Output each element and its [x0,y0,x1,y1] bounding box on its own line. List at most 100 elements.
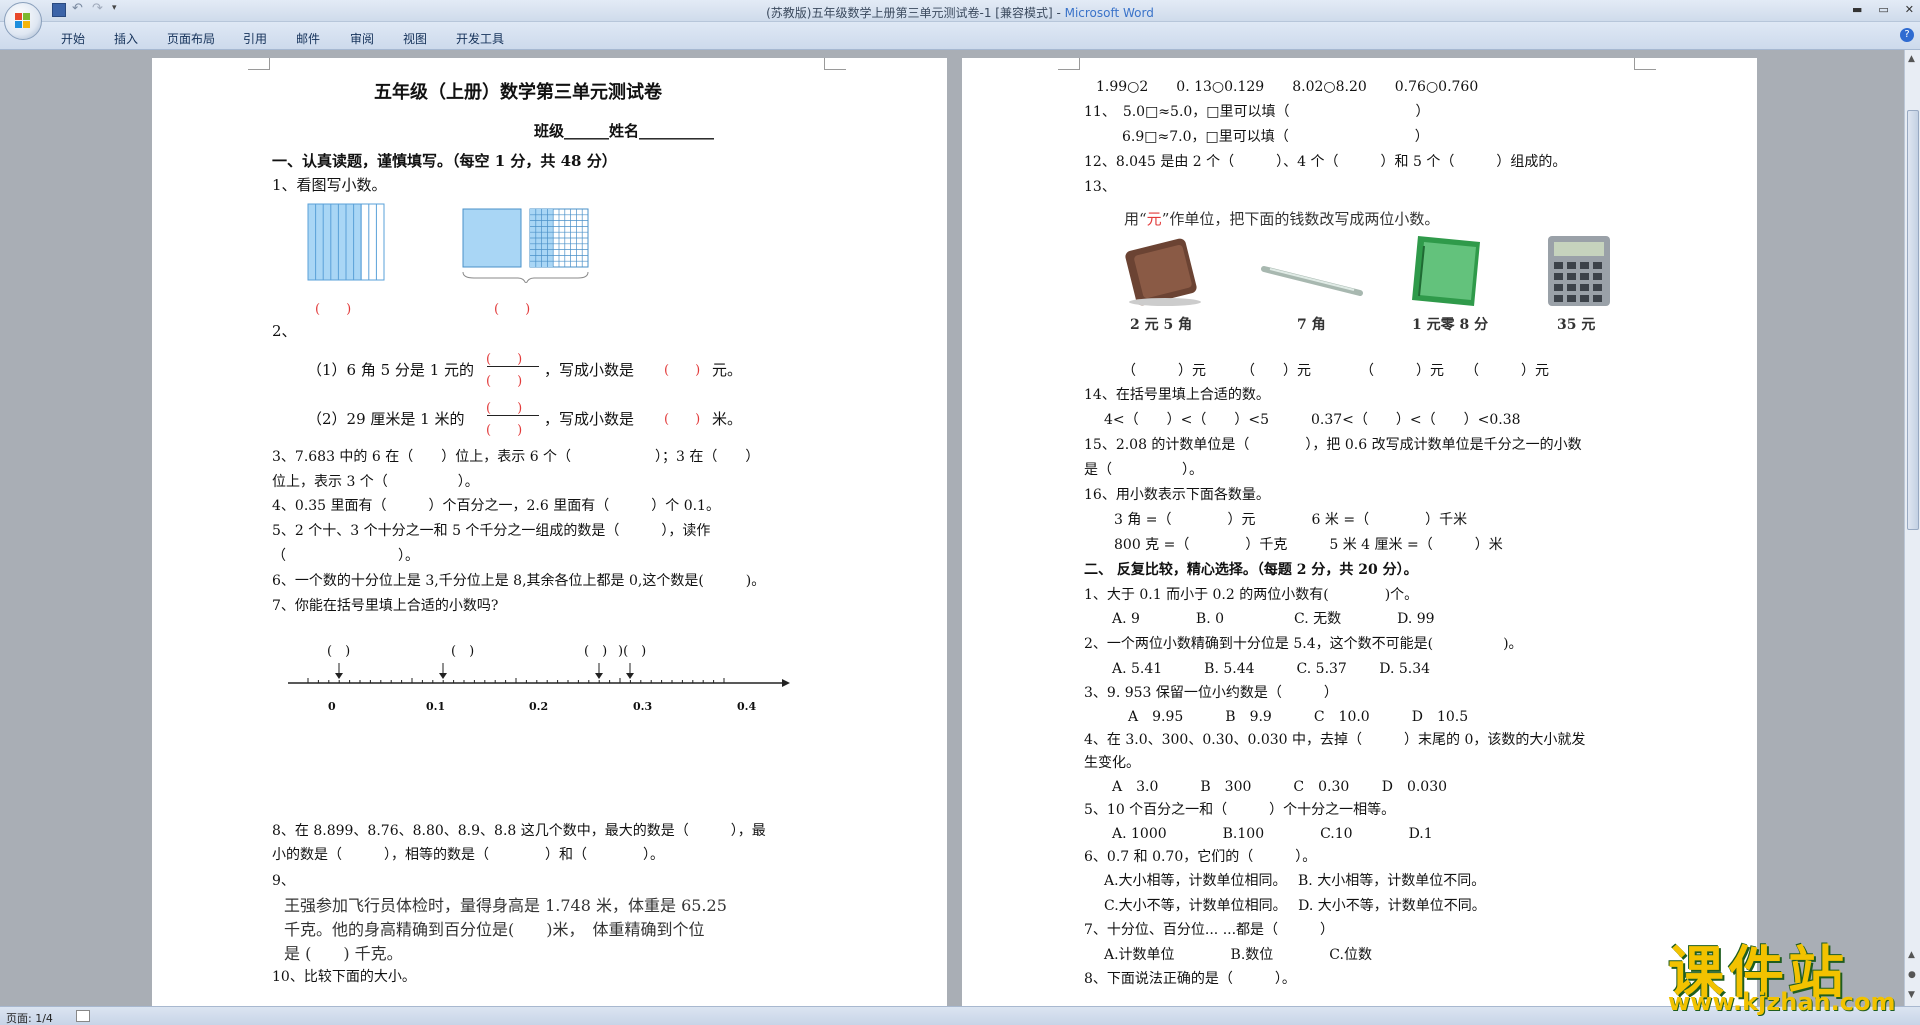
question-5-line-1: 5、2 个十、3 个十分之一和 5 个千分之一组成的数是（ ），读作 [272,523,711,539]
save-icon[interactable] [52,3,66,17]
decimal-grid-figure [462,208,589,283]
item-price: 1 元零 8 分 [1412,317,1489,333]
choice-5-options: A. 1000 B.100 C.10 D.1 [1112,826,1433,842]
choice-question-6: 6、0.7 和 0.70，它们的（ ）。 [1084,849,1317,865]
window-controls: ▬ ▭ ✕ [1852,3,1914,16]
document-page-2[interactable]: 1.99○2 0. 13○0.129 8.02○8.20 0.76○0.760 … [962,58,1757,1006]
customize-qat-icon[interactable]: ▾ [112,3,126,17]
undo-icon[interactable]: ↶ [72,2,86,17]
scroll-up-icon[interactable]: ▲ [1908,54,1915,64]
close-icon[interactable]: ✕ [1905,3,1914,16]
document-workspace[interactable]: 五年级（上册）数学第三单元测试卷 班级______姓名__________ 一、… [0,50,1904,1006]
question-12: 12、8.045 是由 2 个（ ）、4 个（ ）和 5 个（ ）组成的。 [1084,154,1567,170]
answer-blank: ( ) [494,302,531,317]
previous-page-icon[interactable]: ▲ [1908,950,1915,960]
question-2: 2、 [272,322,297,340]
choice-4-options: A 3.0 B 300 C 0.30 D 0.030 [1112,779,1448,795]
document-page-1[interactable]: 五年级（上册）数学第三单元测试卷 班级______姓名__________ 一、… [152,58,947,1006]
office-button[interactable] [4,2,42,40]
question-16: 16、用小数表示下面各数量。 [1084,487,1270,503]
question-13-instruction: 用“元”作单位，把下面的钱数改写成两位小数。 [1124,210,1440,228]
question-9-line-3: 是 ( ) 千克。 [284,944,403,963]
question-3-line-1: 3、7.683 中的 6 在（ ）位上，表示 6 个（ ）；3 在（ ） [272,449,760,465]
tab-references[interactable]: 引用 [243,30,267,47]
number-line-figure [288,663,790,687]
section-2-heading: 二、 反复比较，精心选择。（每题 2 分，共 20 分）。 [1084,562,1418,578]
tab-page-layout[interactable]: 页面布局 [167,30,215,47]
minimize-icon[interactable]: ▬ [1852,3,1862,16]
tab-developer[interactable]: 开发工具 [456,30,504,47]
question-9: 9、 [272,873,295,889]
tab-home[interactable]: 开始 [61,30,85,47]
item-price: 7 角 [1297,317,1326,333]
tab-review[interactable]: 审阅 [350,30,374,47]
watermark-url: www.kjzhan.com [1668,988,1896,1016]
office-logo-icon [15,13,31,29]
choice-question-7: 7、十分位、百分位... ...都是（ ） [1084,922,1335,938]
answer-blank: ( ) [664,412,701,427]
site-watermark: 课件站 www.kjzhan.com [1668,928,1908,1016]
fraction-numerator: ( ) [486,352,523,367]
answer-blank: ( ) [664,363,701,378]
number-line-blank: ( ) [451,644,475,659]
vertical-scrollbar[interactable]: ▲ ▲ ● ▼ [1904,50,1920,1006]
scrollbar-thumb[interactable] [1907,110,1919,530]
question-3-line-2: 位上，表示 3 个（ ）。 [272,474,479,490]
choice-3-options: A 9.95 B 9.9 C 10.0 D 10.5 [1128,709,1469,725]
choice-2-options: A. 5.41 B. 5.44 C. 5.37 D. 5.34 [1112,661,1431,677]
choice-question-8: 8、下面说法正确的是（ ）。 [1084,971,1296,987]
tab-view[interactable]: 视图 [403,30,427,47]
question-13: 13、 [1084,179,1116,195]
q2-2-prefix: （2）29 厘米是 1 米的 [307,410,465,428]
margin-corner-mark [1058,58,1080,70]
question-11-line-2: 6.9□≈7.0，□里可以填（ ） [1122,129,1429,145]
number-line-blank: )( ) [618,644,647,659]
question-11-line-1: 11、 5.0□≈5.0，□里可以填（ ） [1084,104,1430,120]
status-bar: 页面: 1/4 [0,1006,1920,1025]
proofing-icon[interactable] [76,1010,90,1022]
redo-icon[interactable]: ↷ [92,2,106,17]
wallet-picture [1125,238,1201,306]
question-16-line-2: 800 克 =（ ）千克 5 米 4 厘米 =（ ）米 [1114,537,1503,553]
fraction-denominator: ( ) [486,374,523,389]
tab-mailings[interactable]: 邮件 [296,30,320,47]
question-9-line-1: 王强参加飞行员体检时，量得身高是 1.748 米，体重是 65.25 [284,896,727,915]
question-14-inequalities: 4<（ ）<（ ）<5 0.37<（ ）<（ ）<0.38 [1104,412,1521,428]
question-9-line-2: 千克。他的身高精确到百分位是( )米， 体重精确到个位 [284,920,705,939]
quick-access-toolbar: ↶ ↷ ▾ [52,2,126,17]
question-15-line-2: 是（ ）。 [1084,462,1203,478]
q2-2-middle: ，写成小数是 [544,410,635,428]
maximize-icon[interactable]: ▭ [1878,3,1888,16]
question-4: 4、0.35 里面有（ ）个百分之一，2.6 里面有（ ）个 0.1。 [272,498,720,514]
tick-label: 0 [328,700,336,713]
question-10: 10、比较下面的大小。 [272,969,416,985]
question-15-line-1: 15、2.08 的计数单位是（ ），把 0.6 改写成计数单位是千分之一的小数 [1084,437,1582,453]
page-title: 五年级（上册）数学第三单元测试卷 [374,82,662,103]
question-8-line-2: 小的数是（ ），相等的数是（ ）和（ ）。 [272,847,664,863]
choice-question-4-line-2: 生变化。 [1084,755,1140,771]
choice-7-options: A.计数单位 B.数位 C.位数 [1104,947,1372,963]
help-icon[interactable]: ? [1900,28,1914,42]
margin-corner-mark [824,58,846,70]
section-1-heading: 一、认真读题，谨慎填写。（每空 1 分，共 48 分） [272,152,617,170]
tick-label: 0.1 [426,700,446,713]
question-1: 1、看图写小数。 [272,176,387,194]
question-5-line-2: （ ）。 [272,548,419,564]
fraction-denominator: ( ) [486,423,523,438]
class-name-line: 班级______姓名__________ [534,122,715,140]
fraction-bar [487,415,539,416]
page-indicator[interactable]: 页面: 1/4 [6,1010,53,1025]
choice-question-3: 3、9. 953 保留一位小约数是（ ） [1084,685,1338,701]
fraction-numerator: ( ) [486,401,523,416]
answer-blank: ( ) [315,302,352,317]
question-13-answers: （ ）元 （ ）元 （ ）元 （ ）元 [1122,363,1549,379]
question-6: 6、一个数的十分位上是 3,千分位上是 8,其余各位上都是 0,这个数是( )。 [272,573,766,589]
next-page-icon[interactable]: ▼ [1908,990,1915,1000]
select-browse-object-icon[interactable]: ● [1908,970,1916,980]
window-title: (苏教版)五年级数学上册第三单元测试卷-1 [兼容模式] - Microsoft… [766,6,1154,20]
tick-label: 0.3 [633,700,653,713]
question-14: 14、在括号里填上合适的数。 [1084,387,1270,403]
item-price: 35 元 [1557,317,1596,333]
tab-insert[interactable]: 插入 [114,30,138,47]
choice-question-1: 1、大于 0.1 而小于 0.2 的两位小数有( )个。 [1084,587,1419,603]
